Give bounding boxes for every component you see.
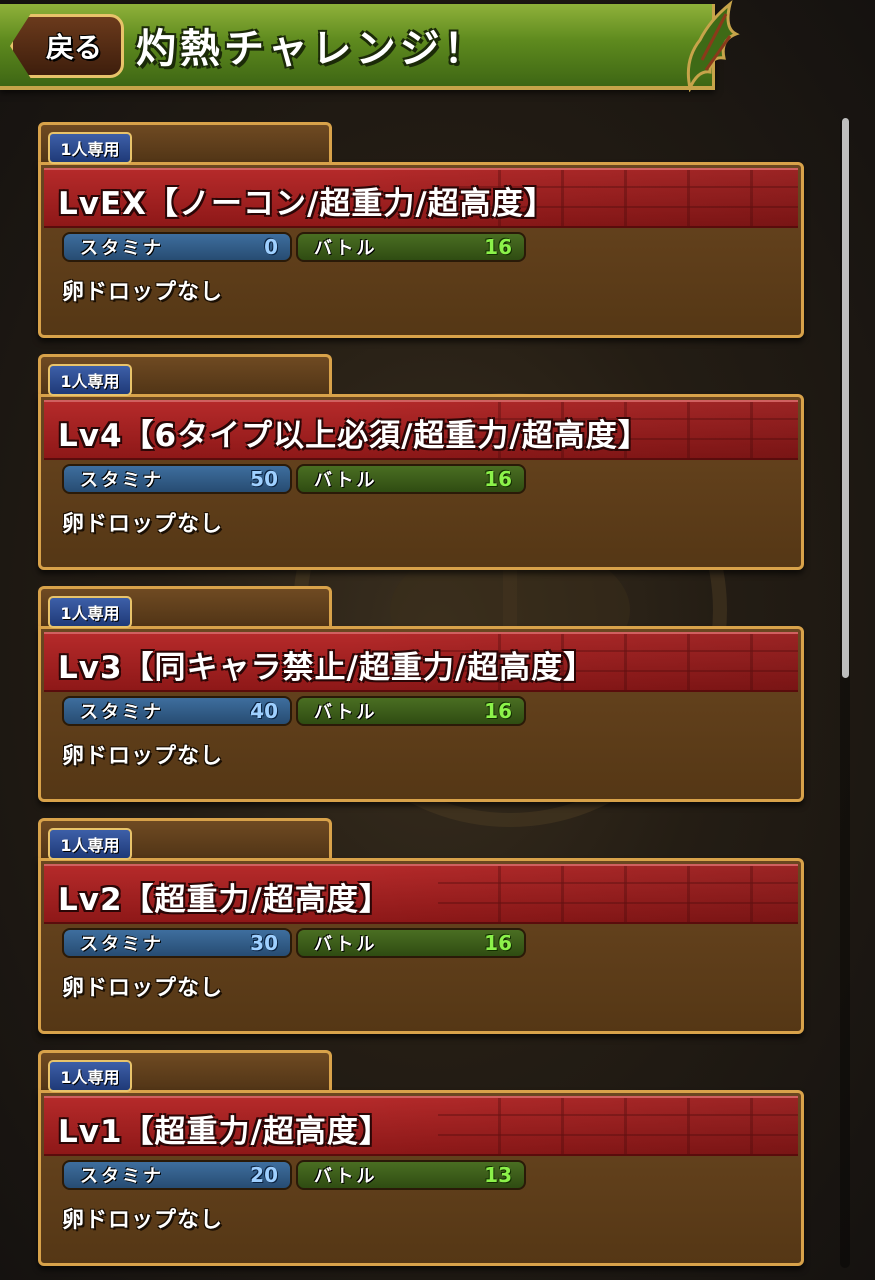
header: 戻る 灼熱チャレンジ！ <box>0 0 875 96</box>
battle-label: バトル <box>314 934 378 955</box>
egg-drop-text: 卵ドロップなし <box>62 280 224 305</box>
solo-play-badge: 1人専用 <box>48 132 132 164</box>
dungeon-card-lv4[interactable]: 1人専用 Lv4【6タイプ以上必須/超重力/超高度】 スタミナ 50 バトル 1… <box>38 354 804 570</box>
back-button[interactable]: 戻る <box>10 14 124 78</box>
solo-play-badge-label: 1人専用 <box>60 604 120 623</box>
stamina-label: スタミナ <box>80 702 164 723</box>
dragon-wing-icon <box>686 0 740 92</box>
battle-value: 16 <box>484 699 512 723</box>
dungeon-name-band: Lv1【超重力/超高度】 <box>44 1096 798 1156</box>
stamina-cost: スタミナ 20 <box>62 1160 292 1190</box>
solo-play-badge-label: 1人専用 <box>60 836 120 855</box>
battle-count: バトル 16 <box>296 232 526 262</box>
dungeon-card-lvex[interactable]: 1人専用 LvEX【ノーコン/超重力/超高度】 スタミナ 0 バトル 16 卵ド… <box>38 122 804 338</box>
egg-drop-text: 卵ドロップなし <box>62 1208 224 1233</box>
dungeon-name: Lv1【超重力/超高度】 <box>58 1114 391 1150</box>
dungeon-name: Lv3【同キャラ禁止/超重力/超高度】 <box>58 650 596 686</box>
stamina-value: 40 <box>250 699 278 723</box>
solo-play-badge: 1人専用 <box>48 364 132 396</box>
stamina-label: スタミナ <box>80 238 164 259</box>
battle-count: バトル 16 <box>296 928 526 958</box>
stamina-value: 20 <box>250 1163 278 1187</box>
stamina-value: 50 <box>250 467 278 491</box>
egg-drop-text: 卵ドロップなし <box>62 512 224 537</box>
battle-value: 16 <box>484 235 512 259</box>
egg-drop-text: 卵ドロップなし <box>62 976 224 1001</box>
dungeon-card-lv1[interactable]: 1人専用 Lv1【超重力/超高度】 スタミナ 20 バトル 13 卵ドロップなし <box>38 1050 804 1266</box>
stamina-cost: スタミナ 40 <box>62 696 292 726</box>
solo-play-badge-label: 1人専用 <box>60 140 120 159</box>
battle-label: バトル <box>314 238 378 259</box>
dungeon-name: Lv4【6タイプ以上必須/超重力/超高度】 <box>58 418 650 454</box>
battle-count: バトル 16 <box>296 464 526 494</box>
stamina-cost: スタミナ 0 <box>62 232 292 262</box>
battle-value: 16 <box>484 467 512 491</box>
stamina-value: 0 <box>264 235 278 259</box>
solo-play-badge: 1人専用 <box>48 828 132 860</box>
dungeon-name: Lv2【超重力/超高度】 <box>58 882 391 918</box>
dungeon-card-lv3[interactable]: 1人専用 Lv3【同キャラ禁止/超重力/超高度】 スタミナ 40 バトル 16 … <box>38 586 804 802</box>
scrollbar-thumb[interactable] <box>842 118 849 678</box>
stamina-cost: スタミナ 50 <box>62 464 292 494</box>
battle-label: バトル <box>314 470 378 491</box>
dungeon-name-band: LvEX【ノーコン/超重力/超高度】 <box>44 168 798 228</box>
dungeon-name: LvEX【ノーコン/超重力/超高度】 <box>58 186 556 222</box>
solo-play-badge-label: 1人専用 <box>60 372 120 391</box>
battle-value: 16 <box>484 931 512 955</box>
battle-value: 13 <box>484 1163 512 1187</box>
stamina-label: スタミナ <box>80 1166 164 1187</box>
stamina-label: スタミナ <box>80 470 164 491</box>
battle-label: バトル <box>314 702 378 723</box>
solo-play-badge-label: 1人専用 <box>60 1068 120 1087</box>
dungeon-name-band: Lv4【6タイプ以上必須/超重力/超高度】 <box>44 400 798 460</box>
battle-count: バトル 16 <box>296 696 526 726</box>
egg-drop-text: 卵ドロップなし <box>62 744 224 769</box>
battle-label: バトル <box>314 1166 378 1187</box>
dungeon-name-band: Lv2【超重力/超高度】 <box>44 864 798 924</box>
dungeon-card-lv2[interactable]: 1人専用 Lv2【超重力/超高度】 スタミナ 30 バトル 16 卵ドロップなし <box>38 818 804 1034</box>
battle-count: バトル 13 <box>296 1160 526 1190</box>
solo-play-badge: 1人専用 <box>48 596 132 628</box>
solo-play-badge: 1人専用 <box>48 1060 132 1092</box>
stamina-value: 30 <box>250 931 278 955</box>
dungeon-name-band: Lv3【同キャラ禁止/超重力/超高度】 <box>44 632 798 692</box>
page-title: 灼熱チャレンジ！ <box>136 26 488 72</box>
back-button-label: 戻る <box>45 31 102 64</box>
stamina-cost: スタミナ 30 <box>62 928 292 958</box>
stamina-label: スタミナ <box>80 934 164 955</box>
